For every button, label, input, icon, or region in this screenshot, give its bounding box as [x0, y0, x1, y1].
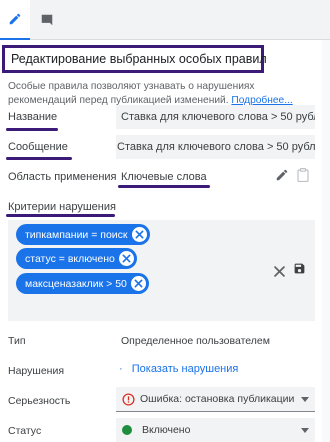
name-field[interactable]: Ставка для ключевого слова > 50 рублей [116, 105, 315, 129]
scope-value: Ключевые слова [121, 171, 207, 183]
criteria-label-underline [6, 214, 115, 217]
pencil-icon [276, 169, 288, 181]
scope-value-underline [118, 185, 210, 188]
tab-comments[interactable] [32, 0, 62, 40]
type-value: Определенное пользователем [121, 335, 270, 347]
tab-edit[interactable] [0, 0, 30, 40]
status-dot-icon [122, 425, 132, 435]
show-violations-label: Показать нарушения [131, 363, 239, 375]
close-icon [135, 230, 143, 239]
close-icon [274, 266, 285, 277]
remove-chip-button[interactable] [131, 227, 147, 242]
severity-label: Серьезность [8, 395, 71, 407]
bullet-icon: · [119, 363, 123, 375]
error-icon [122, 392, 135, 406]
status-label: Статус [8, 425, 42, 437]
panel-title: Редактирование выбранных особых правил [11, 52, 267, 66]
severity-underline [116, 411, 315, 412]
severity-value: Ошибка: остановка публикации [140, 393, 295, 405]
save-criteria-button[interactable] [293, 262, 306, 280]
description: Особые правила позволяют узнавать о нару… [8, 80, 313, 108]
message-label: Сообщение [8, 141, 68, 153]
remove-chip-button[interactable] [130, 276, 146, 291]
edit-scope-button[interactable] [275, 168, 289, 187]
scrollbar[interactable] [322, 40, 330, 442]
criteria-chip-label: максценазаклик > 50 [25, 277, 127, 290]
save-icon [294, 263, 305, 274]
scope-label: Область применения [8, 171, 117, 183]
type-label: Тип [8, 335, 26, 347]
editor-tabs [0, 0, 330, 40]
name-label-underline [6, 128, 58, 131]
chevron-down-icon [301, 396, 309, 402]
violations-label: Нарушения [8, 365, 65, 377]
criteria-label: Критерии нарушения [8, 201, 116, 213]
criteria-chip[interactable]: максценазаклик > 50 [16, 273, 149, 294]
name-label: Название [8, 111, 58, 123]
description-text: Особые правила позволяют узнавать о нару… [8, 81, 255, 106]
status-value: Включено [142, 424, 191, 436]
comment-icon [41, 14, 53, 26]
criteria-chip-label: статус = включено [25, 252, 115, 265]
copy-scope-button[interactable] [297, 168, 309, 187]
severity-select[interactable]: Ошибка: остановка публикации [116, 387, 315, 411]
criteria-box[interactable]: типкампании = поиск статус = включено ма… [8, 220, 315, 321]
clear-criteria-button[interactable] [274, 264, 285, 282]
name-value: Ставка для ключевого слова > 50 рублей [121, 111, 315, 123]
status-select[interactable]: Включено [116, 418, 315, 442]
chevron-down-icon [301, 427, 309, 433]
close-icon [122, 254, 131, 263]
show-violations-link[interactable]: · Показать нарушения [119, 363, 238, 375]
close-icon [134, 279, 143, 288]
panel-title-box: Редактирование выбранных особых правил [2, 45, 267, 73]
criteria-chip[interactable]: типкампании = поиск [16, 224, 150, 245]
clipboard-icon [297, 168, 309, 183]
pencil-icon [9, 13, 21, 25]
criteria-chip[interactable]: статус = включено [16, 248, 137, 269]
remove-chip-button[interactable] [118, 251, 134, 266]
criteria-chip-label: типкампании = поиск [25, 228, 128, 241]
message-label-underline [6, 157, 72, 160]
message-value: Ставка для ключевого слова > 50 рублей [117, 141, 315, 153]
message-field[interactable]: Ставка для ключевого слова > 50 рублей [116, 135, 315, 159]
